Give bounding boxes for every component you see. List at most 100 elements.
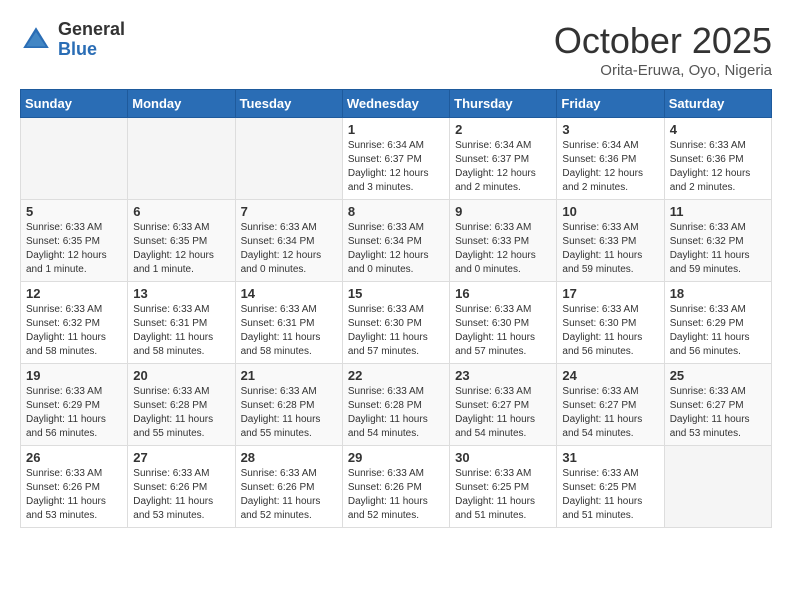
month-title: October 2025 — [554, 20, 772, 62]
calendar-table: SundayMondayTuesdayWednesdayThursdayFrid… — [20, 89, 772, 528]
day-number: 4 — [670, 122, 766, 137]
day-number: 28 — [241, 450, 337, 465]
calendar-week-1: 1Sunrise: 6:34 AM Sunset: 6:37 PM Daylig… — [21, 118, 772, 200]
calendar-day-22: 22Sunrise: 6:33 AM Sunset: 6:28 PM Dayli… — [342, 364, 449, 446]
day-number: 29 — [348, 450, 444, 465]
day-info: Sunrise: 6:33 AM Sunset: 6:31 PM Dayligh… — [133, 303, 229, 359]
calendar-header-row: SundayMondayTuesdayWednesdayThursdayFrid… — [21, 90, 772, 118]
calendar-day-18: 18 Sunrise: 6:33 AM Sunset: 6:29 PM Dayli… — [664, 282, 771, 364]
calendar-empty — [664, 446, 771, 528]
day-number: 30 — [455, 450, 551, 465]
calendar-day-12: 12Sunrise: 6:33 AM Sunset: 6:32 PM Dayli… — [21, 282, 128, 364]
calendar-week-2: 5 Sunrise: 6:33 AM Sunset: 6:35 PM Daylig… — [21, 200, 772, 282]
day-number: 27 — [133, 450, 229, 465]
day-info: Sunrise: 6:33 AM Sunset: 6:25 PM Dayligh… — [562, 467, 658, 523]
calendar-day-31: 31 Sunrise: 6:33 AM Sunset: 6:25 PM Dayli… — [557, 446, 664, 528]
calendar-day-27: 27 Sunrise: 6:33 AM Sunset: 6:26 PM Dayli… — [128, 446, 235, 528]
day-info: Sunrise: 6:33 AM Sunset: 6:27 PM Dayligh… — [455, 385, 551, 441]
calendar-empty — [21, 118, 128, 200]
day-number: 21 — [241, 368, 337, 383]
day-info: Sunrise: 6:33 AM Sunset: 6:26 PM Dayligh… — [26, 467, 122, 523]
calendar-day-24: 24Sunrise: 6:33 AM Sunset: 6:27 PM Dayli… — [557, 364, 664, 446]
calendar-empty — [235, 118, 342, 200]
calendar-header-thursday: Thursday — [450, 90, 557, 118]
calendar-header-monday: Monday — [128, 90, 235, 118]
day-info: Sunrise: 6:33 AM Sunset: 6:33 PM Dayligh… — [562, 221, 658, 277]
day-number: 8 — [348, 204, 444, 219]
calendar-day-7: 7Sunrise: 6:33 AM Sunset: 6:34 PM Daylig… — [235, 200, 342, 282]
day-number: 6 — [133, 204, 229, 219]
day-info: Sunrise: 6:33 AM Sunset: 6:34 PM Dayligh… — [241, 221, 337, 277]
day-info: Sunrise: 6:33 AM Sunset: 6:29 PM Dayligh… — [26, 385, 122, 441]
calendar-day-11: 11Sunrise: 6:33 AM Sunset: 6:32 PM Dayli… — [664, 200, 771, 282]
day-number: 20 — [133, 368, 229, 383]
calendar-day-14: 14 Sunrise: 6:33 AM Sunset: 6:31 PM Dayli… — [235, 282, 342, 364]
day-info: Sunrise: 6:33 AM Sunset: 6:35 PM Dayligh… — [133, 221, 229, 277]
day-info: Sunrise: 6:33 AM Sunset: 6:25 PM Dayligh… — [455, 467, 551, 523]
day-number: 15 — [348, 286, 444, 301]
calendar-day-28: 28 Sunrise: 6:33 AM Sunset: 6:26 PM Dayli… — [235, 446, 342, 528]
calendar-day-5: 5 Sunrise: 6:33 AM Sunset: 6:35 PM Daylig… — [21, 200, 128, 282]
calendar-day-30: 30 Sunrise: 6:33 AM Sunset: 6:25 PM Dayli… — [450, 446, 557, 528]
calendar-day-15: 15Sunrise: 6:33 AM Sunset: 6:30 PM Dayli… — [342, 282, 449, 364]
day-number: 16 — [455, 286, 551, 301]
day-info: Sunrise: 6:33 AM Sunset: 6:34 PM Dayligh… — [348, 221, 444, 277]
day-info: Sunrise: 6:33 AM Sunset: 6:33 PM Dayligh… — [455, 221, 551, 277]
day-number: 18 — [670, 286, 766, 301]
day-number: 23 — [455, 368, 551, 383]
day-info: Sunrise: 6:33 AM Sunset: 6:28 PM Dayligh… — [133, 385, 229, 441]
calendar-day-3: 3Sunrise: 6:34 AM Sunset: 6:36 PM Daylig… — [557, 118, 664, 200]
calendar-empty — [128, 118, 235, 200]
calendar-day-20: 20 Sunrise: 6:33 AM Sunset: 6:28 PM Dayli… — [128, 364, 235, 446]
day-number: 25 — [670, 368, 766, 383]
calendar-week-5: 26 Sunrise: 6:33 AM Sunset: 6:26 PM Dayli… — [21, 446, 772, 528]
logo-blue: Blue — [58, 40, 125, 60]
day-info: Sunrise: 6:34 AM Sunset: 6:37 PM Dayligh… — [455, 139, 551, 195]
calendar-day-1: 1Sunrise: 6:34 AM Sunset: 6:37 PM Daylig… — [342, 118, 449, 200]
calendar-day-13: 13 Sunrise: 6:33 AM Sunset: 6:31 PM Dayli… — [128, 282, 235, 364]
day-number: 3 — [562, 122, 658, 137]
logo-icon — [20, 24, 52, 56]
calendar-day-4: 4 Sunrise: 6:33 AM Sunset: 6:36 PM Daylig… — [664, 118, 771, 200]
day-number: 14 — [241, 286, 337, 301]
calendar-week-3: 12Sunrise: 6:33 AM Sunset: 6:32 PM Dayli… — [21, 282, 772, 364]
logo: General Blue — [20, 20, 125, 60]
day-info: Sunrise: 6:33 AM Sunset: 6:29 PM Dayligh… — [670, 303, 766, 359]
day-info: Sunrise: 6:33 AM Sunset: 6:26 PM Dayligh… — [241, 467, 337, 523]
day-info: Sunrise: 6:33 AM Sunset: 6:30 PM Dayligh… — [562, 303, 658, 359]
calendar-day-29: 29 Sunrise: 6:33 AM Sunset: 6:26 PM Dayli… — [342, 446, 449, 528]
day-number: 2 — [455, 122, 551, 137]
day-info: Sunrise: 6:33 AM Sunset: 6:36 PM Dayligh… — [670, 139, 766, 195]
day-number: 17 — [562, 286, 658, 301]
calendar-day-26: 26 Sunrise: 6:33 AM Sunset: 6:26 PM Dayli… — [21, 446, 128, 528]
day-info: Sunrise: 6:33 AM Sunset: 6:26 PM Dayligh… — [348, 467, 444, 523]
day-info: Sunrise: 6:33 AM Sunset: 6:28 PM Dayligh… — [241, 385, 337, 441]
day-info: Sunrise: 6:33 AM Sunset: 6:27 PM Dayligh… — [670, 385, 766, 441]
calendar-header-friday: Friday — [557, 90, 664, 118]
day-info: Sunrise: 6:33 AM Sunset: 6:30 PM Dayligh… — [455, 303, 551, 359]
calendar-day-23: 23 Sunrise: 6:33 AM Sunset: 6:27 PM Dayli… — [450, 364, 557, 446]
day-number: 31 — [562, 450, 658, 465]
day-number: 13 — [133, 286, 229, 301]
day-number: 19 — [26, 368, 122, 383]
day-info: Sunrise: 6:33 AM Sunset: 6:31 PM Dayligh… — [241, 303, 337, 359]
day-info: Sunrise: 6:33 AM Sunset: 6:35 PM Dayligh… — [26, 221, 122, 277]
day-info: Sunrise: 6:33 AM Sunset: 6:26 PM Dayligh… — [133, 467, 229, 523]
day-number: 5 — [26, 204, 122, 219]
day-number: 12 — [26, 286, 122, 301]
calendar-header-sunday: Sunday — [21, 90, 128, 118]
day-info: Sunrise: 6:33 AM Sunset: 6:28 PM Dayligh… — [348, 385, 444, 441]
calendar-day-25: 25 Sunrise: 6:33 AM Sunset: 6:27 PM Dayli… — [664, 364, 771, 446]
calendar-header-saturday: Saturday — [664, 90, 771, 118]
calendar-day-10: 10 Sunrise: 6:33 AM Sunset: 6:33 PM Dayli… — [557, 200, 664, 282]
day-info: Sunrise: 6:33 AM Sunset: 6:32 PM Dayligh… — [670, 221, 766, 277]
calendar-day-6: 6 Sunrise: 6:33 AM Sunset: 6:35 PM Daylig… — [128, 200, 235, 282]
day-number: 9 — [455, 204, 551, 219]
day-info: Sunrise: 6:34 AM Sunset: 6:37 PM Dayligh… — [348, 139, 444, 195]
calendar-day-21: 21 Sunrise: 6:33 AM Sunset: 6:28 PM Dayli… — [235, 364, 342, 446]
day-number: 10 — [562, 204, 658, 219]
calendar-day-19: 19 Sunrise: 6:33 AM Sunset: 6:29 PM Dayli… — [21, 364, 128, 446]
calendar-week-4: 19 Sunrise: 6:33 AM Sunset: 6:29 PM Dayli… — [21, 364, 772, 446]
day-number: 26 — [26, 450, 122, 465]
calendar-day-17: 17 Sunrise: 6:33 AM Sunset: 6:30 PM Dayli… — [557, 282, 664, 364]
